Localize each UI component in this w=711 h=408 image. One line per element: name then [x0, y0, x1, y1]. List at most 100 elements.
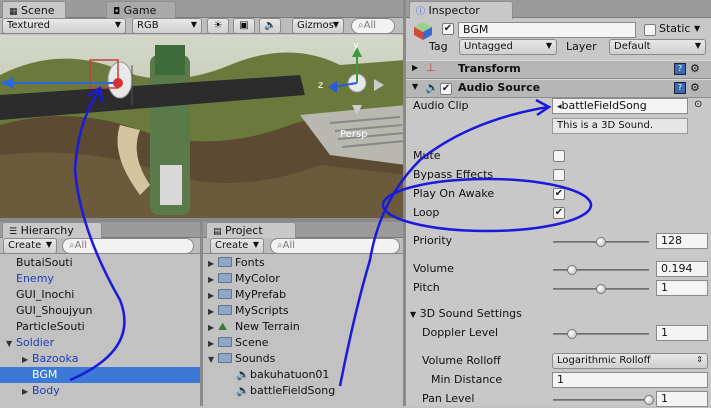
min-distance-field[interactable]: 1 — [552, 372, 708, 388]
gear-icon[interactable]: ⚙ — [690, 81, 700, 94]
volume-slider-knob[interactable] — [566, 265, 577, 275]
pan-level-field[interactable]: 1 — [656, 391, 708, 407]
tab-hierarchy[interactable]: ☰ Hierarchy — [2, 222, 102, 238]
triangle-down-icon[interactable]: ▼ — [6, 336, 16, 352]
audio-clip-label: Audio Clip — [413, 99, 469, 112]
scene-render — [0, 45, 406, 218]
triangle-down-icon: ▼ — [410, 310, 417, 319]
list-item[interactable]: ▶ Scene — [204, 335, 406, 351]
pitch-field[interactable]: 1 — [656, 280, 708, 296]
help-icon[interactable]: ? — [674, 63, 686, 75]
audio-file-icon: 🔉 — [236, 368, 250, 381]
triangle-right-icon[interactable]: ▶ — [22, 352, 32, 368]
list-item[interactable]: ▶ MyColor — [204, 271, 406, 287]
priority-slider[interactable] — [553, 237, 649, 247]
volume-slider[interactable] — [553, 265, 649, 275]
layer-label: Layer — [566, 40, 597, 53]
folder-icon — [218, 257, 232, 267]
list-item[interactable]: ▼ Soldier — [0, 335, 200, 351]
axis-z-label: z — [318, 80, 324, 91]
audio-toggle[interactable]: 🔈 — [259, 18, 281, 34]
audio-clip-field[interactable]: ◂battleFieldSong — [552, 98, 688, 114]
list-item[interactable]: ▶ Bazooka — [0, 351, 200, 367]
loop-checkbox[interactable]: ✔ — [553, 207, 565, 219]
triangle-down-icon[interactable]: ▼ — [208, 352, 218, 368]
list-item[interactable]: ▶ Body — [0, 383, 200, 399]
priority-slider-knob[interactable] — [596, 237, 606, 247]
triangle-right-icon[interactable]: ▶ — [208, 256, 218, 272]
image-toggle[interactable]: ▣ — [233, 18, 255, 34]
list-item[interactable]: ▶ MyPrefab — [204, 287, 406, 303]
list-item[interactable]: ▶ MyScripts — [204, 303, 406, 319]
folder-tab-icon: ▤ — [213, 227, 222, 237]
doppler-field[interactable]: 1 — [656, 325, 708, 341]
scene-tab-icon: ▦ — [9, 7, 18, 17]
tab-project[interactable]: ▤ Project — [206, 222, 296, 238]
chevron-down-icon: ▼ — [114, 20, 121, 29]
bypass-effects-checkbox[interactable] — [553, 169, 565, 181]
list-item[interactable]: ParticleSouti — [0, 319, 200, 335]
color-mode-dropdown[interactable]: RGB ▼ — [132, 18, 202, 34]
list-item[interactable]: ▶ ⛰ New Terrain — [204, 319, 406, 335]
rolloff-dropdown[interactable]: Logarithmic Rolloff ⇕ — [552, 353, 708, 369]
gear-icon[interactable]: ⚙ — [690, 62, 700, 75]
sound3d-foldout[interactable]: ▼ 3D Sound Settings — [410, 305, 711, 323]
project-search-input[interactable]: ⌕All — [270, 238, 400, 254]
layer-dropdown[interactable]: Default ▼ — [609, 39, 706, 55]
tag-dropdown[interactable]: Untagged ▼ — [459, 39, 557, 55]
mute-checkbox[interactable] — [553, 150, 565, 162]
scene-viewport[interactable]: y z Persp — [0, 35, 406, 218]
triangle-right-icon[interactable]: ▶ — [208, 288, 218, 304]
object-picker-icon[interactable]: ⊙ — [694, 99, 702, 110]
help-icon[interactable]: ? — [674, 82, 686, 94]
list-item[interactable]: 🔉battleFieldSong — [204, 383, 406, 399]
play-on-awake-checkbox[interactable]: ✔ — [553, 188, 565, 200]
audio-source-header[interactable]: ▼ 🔈 ✔ Audio Source ? ⚙ — [406, 79, 711, 98]
list-item-selected[interactable]: BGM — [0, 367, 200, 383]
object-name-field[interactable]: BGM — [458, 22, 636, 38]
tab-inspector[interactable]: ⓘ Inspector — [409, 1, 513, 19]
speaker-icon: 🔈 — [425, 81, 439, 94]
list-item[interactable]: Enemy — [0, 271, 200, 287]
static-dropdown-icon[interactable]: ▼ — [694, 24, 700, 33]
doppler-slider[interactable] — [553, 329, 649, 339]
lighting-toggle[interactable]: ☀ — [207, 18, 229, 34]
list-icon: ☰ — [9, 227, 18, 237]
bypass-label: Bypass Effects — [413, 168, 494, 181]
list-item[interactable]: GUI_Inochi — [0, 287, 200, 303]
triangle-right-icon[interactable]: ▶ — [208, 304, 218, 320]
tab-scene[interactable]: ▦ Scene — [2, 1, 66, 19]
priority-field[interactable]: 128 — [656, 233, 708, 249]
transform-header[interactable]: ▶ ⊥ Transform ? ⚙ — [406, 60, 711, 79]
triangle-right-icon[interactable]: ▶ — [208, 272, 218, 288]
pan-level-slider[interactable] — [553, 395, 654, 405]
list-item[interactable]: 🔉bakuhatuon01 — [204, 367, 406, 383]
render-mode-dropdown[interactable]: Textured ▼ — [2, 18, 126, 34]
tab-game[interactable]: ◘ Game — [106, 1, 176, 19]
chevron-down-icon: ▼ — [545, 41, 552, 50]
info-box: This is a 3D Sound. — [552, 118, 688, 134]
project-create-button[interactable]: Create ▼ — [210, 238, 264, 254]
hierarchy-create-button[interactable]: Create ▼ — [3, 238, 57, 254]
triangle-right-icon[interactable]: ▶ — [22, 384, 32, 400]
hierarchy-search-input[interactable]: ⌕All — [62, 238, 194, 254]
list-item[interactable]: ▶ Fonts — [204, 255, 406, 271]
list-item[interactable]: ▼ Sounds — [204, 351, 406, 367]
tab-hierarchy-label: Hierarchy — [20, 224, 74, 237]
volume-field[interactable]: 0.194 — [656, 261, 708, 277]
gizmos-dropdown[interactable]: Gizmos ▼ — [292, 18, 344, 34]
speaker-icon: 🔈 — [264, 20, 277, 31]
list-item[interactable]: ButaiSouti — [0, 255, 200, 271]
scene-search-input[interactable]: ⌕All — [351, 18, 395, 34]
list-item[interactable]: GUI_Shoujyun — [0, 303, 200, 319]
pan-level-slider-knob[interactable] — [644, 395, 654, 405]
folder-icon — [218, 273, 232, 283]
triangle-right-icon[interactable]: ▶ — [208, 320, 218, 336]
triangle-right-icon[interactable]: ▶ — [208, 336, 218, 352]
audio-source-enabled-checkbox[interactable]: ✔ — [440, 83, 452, 95]
pitch-slider[interactable] — [553, 284, 649, 294]
pitch-slider-knob[interactable] — [596, 284, 606, 294]
active-checkbox[interactable]: ✔ — [442, 23, 454, 35]
rolloff-label: Volume Rolloff — [422, 354, 501, 367]
static-checkbox[interactable] — [644, 24, 656, 36]
